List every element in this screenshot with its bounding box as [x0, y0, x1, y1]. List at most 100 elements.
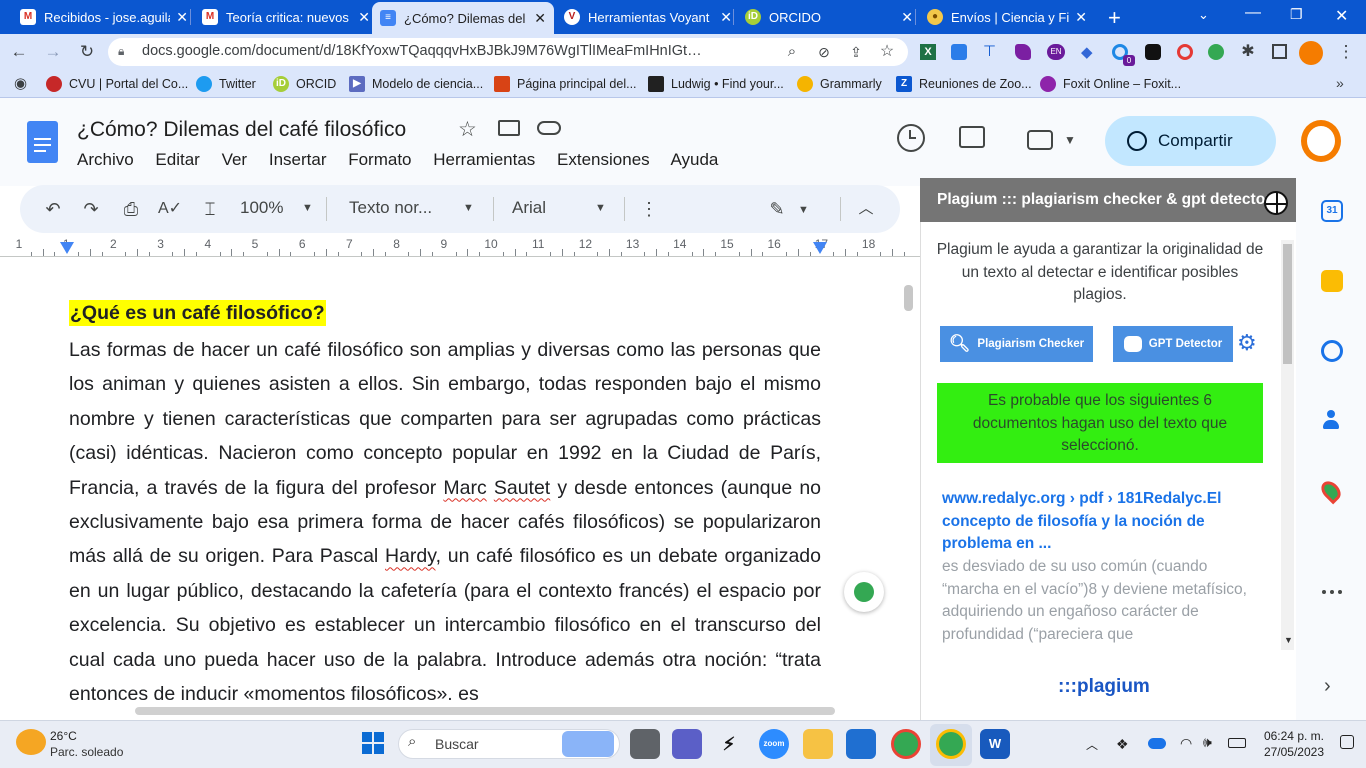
bookmark-ludwig[interactable]: Ludwig • Find your...: [648, 74, 784, 94]
font-dropdown-icon[interactable]: ▼: [595, 202, 606, 214]
result-link[interactable]: www.redalyc.org › pdf › 181Redalyc.El co…: [942, 488, 1260, 556]
bookmark-star-icon[interactable]: ☆: [876, 41, 898, 63]
extension-icon[interactable]: [1015, 44, 1031, 60]
style-dropdown-icon[interactable]: ▼: [463, 202, 474, 214]
weather-temperature[interactable]: 26°C: [50, 729, 77, 743]
forward-arrow-icon[interactable]: →: [42, 41, 64, 63]
document-title[interactable]: ¿Cómo? Dilemas del café filosófico: [77, 118, 406, 142]
url-text[interactable]: docs.google.com/document/d/18KfYoxwTQaqq…: [142, 43, 702, 59]
expand-panel-chevron-icon[interactable]: ›: [1324, 675, 1331, 698]
account-avatar[interactable]: [1301, 120, 1341, 162]
bookmark-cvu[interactable]: CVU | Portal del Co...: [46, 74, 188, 94]
share-page-icon[interactable]: ⇪: [845, 41, 867, 63]
extension-icon[interactable]: [951, 44, 967, 60]
assistant-bot-button[interactable]: [844, 572, 884, 612]
bookmark-twitter[interactable]: Twitter: [196, 74, 256, 94]
chrome-profile-icon[interactable]: [936, 729, 966, 759]
wifi-icon[interactable]: ◠: [1180, 735, 1192, 752]
zoom-select[interactable]: 100%: [240, 198, 283, 218]
tab-orcid[interactable]: iD ORCIDO ✕: [737, 0, 921, 34]
more-addons-dots-icon[interactable]: [1322, 590, 1346, 596]
meet-dropdown-icon[interactable]: ▼: [1064, 133, 1076, 147]
chat-icon[interactable]: [672, 729, 702, 759]
file-explorer-icon[interactable]: [803, 729, 833, 759]
tasks-icon[interactable]: [1321, 340, 1343, 362]
menu-ayuda[interactable]: Ayuda: [670, 150, 718, 169]
app-icon[interactable]: ⚡︎: [714, 729, 744, 759]
close-tab-icon[interactable]: ✕: [358, 9, 370, 26]
paragraph-style-select[interactable]: Texto nor...: [349, 198, 432, 218]
menu-extensiones[interactable]: Extensiones: [557, 150, 650, 169]
dropbox-icon[interactable]: ❖: [1116, 736, 1129, 753]
tab-envios[interactable]: ● Envíos | Ciencia y Filos ✕: [919, 0, 1095, 34]
restore-window-icon[interactable]: ❐: [1290, 6, 1303, 23]
menu-herramientas[interactable]: Herramientas: [433, 150, 535, 169]
menu-archivo[interactable]: Archivo: [77, 150, 134, 169]
extension-icon[interactable]: [1208, 44, 1224, 60]
excel-extension-icon[interactable]: X: [920, 44, 936, 60]
close-tab-icon[interactable]: ✕: [901, 9, 913, 26]
close-panel-crosshair-icon[interactable]: [1264, 191, 1288, 215]
close-window-icon[interactable]: ✕: [1335, 6, 1348, 26]
vertical-scrollbar-thumb[interactable]: [904, 285, 913, 311]
spellcheck-flagged-word[interactable]: Hardy: [385, 545, 436, 567]
redo-icon[interactable]: ↷: [79, 197, 103, 221]
chrome-icon[interactable]: [891, 729, 921, 759]
bookmark-pagina-principal[interactable]: Página principal del...: [494, 74, 637, 94]
eye-slash-icon[interactable]: ⊘: [813, 41, 835, 63]
bookmark-orcid[interactable]: iD ORCID: [273, 74, 336, 94]
font-family-select[interactable]: Arial: [512, 198, 546, 218]
tab-gmail-inbox[interactable]: M Recibidos - jose.aguila ✕: [12, 0, 196, 34]
move-folder-icon[interactable]: [498, 120, 520, 136]
panel-scrollbar-track[interactable]: [1281, 240, 1294, 650]
extension-icon[interactable]: [1145, 44, 1161, 60]
comments-icon[interactable]: [959, 126, 985, 148]
docs-logo-icon[interactable]: [27, 121, 58, 163]
zoom-app-icon[interactable]: zoom: [759, 729, 789, 759]
editing-mode-dropdown-icon[interactable]: ▼: [798, 204, 809, 216]
zoom-magnifier-icon[interactable]: ⌕: [781, 41, 803, 63]
bookmark-grammarly[interactable]: Grammarly: [797, 74, 882, 94]
extension-icon[interactable]: [1177, 44, 1193, 60]
plagiarism-checker-button[interactable]: 🔍︎ Plagiarism Checker: [940, 326, 1093, 362]
spellcheck-flagged-word[interactable]: Sautet: [494, 477, 550, 499]
more-options-icon[interactable]: ⋮: [637, 197, 661, 221]
spellcheck-flagged-word[interactable]: Marc: [443, 477, 486, 499]
tab-voyant[interactable]: V Herramientas Voyant ✕: [556, 0, 740, 34]
clock-date[interactable]: 27/05/2023: [1255, 745, 1324, 759]
undo-icon[interactable]: ↶: [41, 197, 65, 221]
close-tab-icon[interactable]: ✕: [1075, 9, 1087, 26]
mail-icon[interactable]: [846, 729, 876, 759]
menu-insertar[interactable]: Insertar: [269, 150, 327, 169]
translate-extension-icon[interactable]: ⊤: [983, 42, 996, 60]
close-tab-icon[interactable]: ✕: [176, 9, 188, 26]
menu-editar[interactable]: Editar: [155, 150, 199, 169]
horizontal-scrollbar[interactable]: [135, 707, 835, 715]
scroll-down-arrow-icon[interactable]: ▼: [1284, 635, 1293, 645]
site-info-lock-icon[interactable]: 🔒︎: [118, 44, 132, 60]
contacts-icon[interactable]: [1323, 410, 1339, 430]
apps-grid-icon[interactable]: ◉: [14, 76, 30, 92]
close-tab-icon[interactable]: ✕: [720, 9, 732, 26]
clock-time[interactable]: 06:24 p. m.: [1258, 729, 1324, 743]
weather-icon[interactable]: [16, 729, 46, 755]
tab-gmail-teoria[interactable]: M Teoría critica: nuevos r ✕: [194, 0, 378, 34]
version-history-icon[interactable]: [897, 124, 925, 152]
profile-avatar[interactable]: [1299, 41, 1323, 65]
hide-menus-chevron-icon[interactable]: ︿: [854, 197, 878, 221]
print-icon[interactable]: ⎙: [119, 197, 143, 221]
battery-icon[interactable]: [1228, 738, 1246, 748]
menu-ver[interactable]: Ver: [222, 150, 248, 169]
spellcheck-icon[interactable]: A✓: [158, 197, 182, 221]
bookmark-foxit[interactable]: Foxit Online – Foxit...: [1040, 74, 1181, 94]
star-icon[interactable]: ☆: [458, 117, 477, 142]
minimize-window-icon[interactable]: —: [1245, 4, 1261, 22]
onedrive-icon[interactable]: [1148, 738, 1166, 749]
notifications-icon[interactable]: [1340, 735, 1354, 749]
bookmark-zoom[interactable]: Z Reuniones de Zoo...: [896, 74, 1032, 94]
kebab-menu-icon[interactable]: ⋮: [1335, 41, 1357, 63]
windows-start-icon[interactable]: [362, 732, 384, 754]
extension-icon[interactable]: ◆: [1081, 43, 1093, 61]
tab-search-chevron-icon[interactable]: ⌄: [1198, 7, 1209, 23]
extensions-puzzle-icon[interactable]: ✱: [1237, 41, 1259, 63]
